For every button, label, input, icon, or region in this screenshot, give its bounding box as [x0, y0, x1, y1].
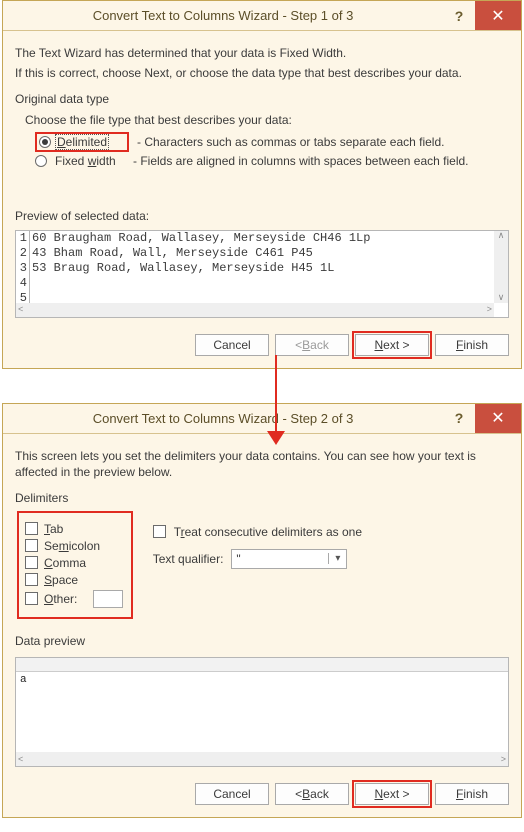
close-icon: ✕: [491, 6, 504, 26]
preview-row: 353 Braug Road, Wallasey, Merseyside H45…: [16, 261, 494, 276]
intro-text-1: The Text Wizard has determined that your…: [15, 45, 509, 61]
fixed-width-radio[interactable]: [35, 155, 47, 167]
semicolon-label: Semicolon: [44, 539, 100, 553]
dialog-title: Convert Text to Columns Wizard - Step 1 …: [3, 1, 443, 30]
option-delimited-row: Delimited - Characters such as commas or…: [35, 132, 509, 152]
vertical-scrollbar[interactable]: ∧∨: [494, 231, 508, 303]
finish-button[interactable]: Finish: [435, 783, 509, 805]
intro-text: This screen lets you set the delimiters …: [15, 448, 509, 480]
intro-text-2: If this is correct, choose Next, or choo…: [15, 65, 509, 81]
treat-consecutive-label: Treat consecutive delimiters as one: [174, 525, 362, 539]
comma-label: Comma: [44, 556, 86, 570]
button-row: Cancel < Back Next > Finish: [15, 334, 509, 356]
text-qualifier-combo[interactable]: " ▾: [231, 549, 347, 569]
data-preview-label: Data preview: [15, 633, 509, 649]
fixed-width-desc: - Fields are aligned in columns with spa…: [133, 154, 469, 168]
wizard-step2-dialog: Convert Text to Columns Wizard - Step 2 …: [2, 403, 522, 818]
dialog-title: Convert Text to Columns Wizard - Step 2 …: [3, 404, 443, 433]
tab-checkbox[interactable]: [25, 522, 38, 535]
treat-consecutive-checkbox[interactable]: [153, 525, 166, 538]
chevron-down-icon: ▾: [328, 553, 346, 564]
text-qualifier-value: ": [232, 552, 328, 566]
preview-box: 160 Braugham Road, Wallasey, Merseyside …: [15, 230, 509, 318]
horizontal-scrollbar[interactable]: <>: [16, 752, 508, 766]
preview-label: Preview of selected data:: [15, 208, 509, 224]
delimiters-group: Tab Semicolon Comma Space Other:: [17, 511, 133, 619]
arrow-down-icon: [267, 431, 285, 445]
button-row: Cancel < Back Next > Finish: [15, 783, 509, 805]
cancel-button[interactable]: Cancel: [195, 334, 269, 356]
space-label: Space: [44, 573, 78, 587]
delimited-label-rest: elimited: [66, 135, 107, 149]
other-label: Other:: [44, 592, 77, 606]
finish-button[interactable]: Finish: [435, 334, 509, 356]
horizontal-scrollbar[interactable]: <>: [16, 303, 494, 317]
flow-arrow: [0, 383, 524, 403]
preview-row: 243 Bham Road, Wall, Merseyside C461 P45: [16, 246, 494, 261]
choose-file-type-label: Choose the file type that best describes…: [25, 112, 509, 128]
close-button[interactable]: ✕: [475, 1, 521, 30]
preview-row: 4: [16, 276, 494, 291]
other-checkbox[interactable]: [25, 592, 38, 605]
other-input[interactable]: [93, 590, 123, 608]
space-checkbox[interactable]: [25, 573, 38, 586]
delimiters-label: Delimiters: [15, 490, 509, 506]
back-button: < Back: [275, 334, 349, 356]
titlebar: Convert Text to Columns Wizard - Step 2 …: [3, 404, 521, 434]
help-button[interactable]: ?: [443, 404, 475, 433]
comma-checkbox[interactable]: [25, 556, 38, 569]
delimited-radio[interactable]: [39, 136, 51, 148]
text-qualifier-label: Text qualifier:: [153, 552, 224, 566]
close-button[interactable]: ✕: [475, 404, 521, 433]
fixed-width-label: Fixed width: [55, 154, 125, 168]
data-preview-box: a <>: [15, 657, 509, 767]
close-icon: ✕: [491, 408, 504, 428]
semicolon-checkbox[interactable]: [25, 539, 38, 552]
option-fixed-row: Fixed width - Fields are aligned in colu…: [35, 154, 509, 168]
help-button[interactable]: ?: [443, 1, 475, 30]
titlebar: Convert Text to Columns Wizard - Step 1 …: [3, 1, 521, 31]
preview-row: 5: [16, 291, 494, 303]
wizard-step1-dialog: Convert Text to Columns Wizard - Step 1 …: [2, 0, 522, 369]
tab-label: Tab: [44, 522, 63, 536]
preview-row: 160 Braugham Road, Wallasey, Merseyside …: [16, 231, 494, 246]
original-data-type-label: Original data type: [15, 91, 509, 107]
next-button[interactable]: Next >: [355, 783, 429, 805]
next-button[interactable]: Next >: [355, 334, 429, 356]
data-preview-cell: a: [16, 672, 508, 688]
back-button[interactable]: < Back: [275, 783, 349, 805]
delimited-desc: - Characters such as commas or tabs sepa…: [137, 135, 444, 149]
cancel-button[interactable]: Cancel: [195, 783, 269, 805]
